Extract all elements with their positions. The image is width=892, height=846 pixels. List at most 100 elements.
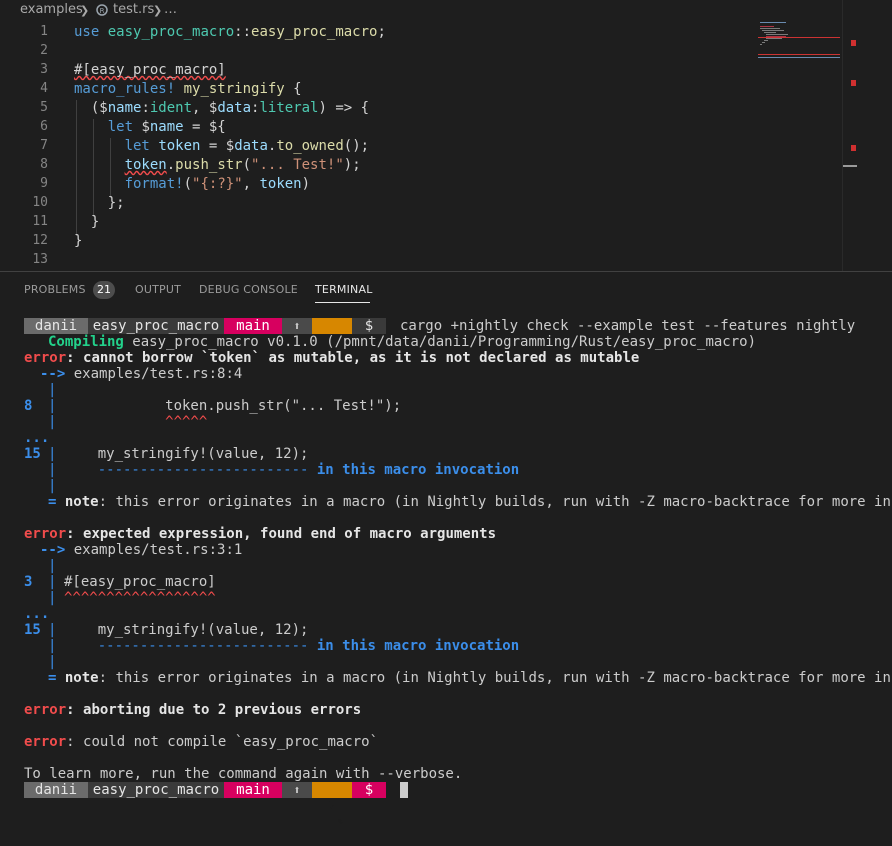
code-line-4: macro_rules! my_stringify {: [74, 81, 302, 97]
gutter-pipe: |: [48, 478, 57, 494]
terminal-cursor: [400, 782, 408, 798]
line-number: 13: [32, 252, 48, 267]
compiling-line: Compiling easy_proc_macro v0.1.0 (/pmnt/…: [48, 334, 757, 350]
prompt-ahead-count: 2 ✎: [312, 318, 352, 364]
gutter-pipe: |: [48, 446, 57, 462]
line-number: 3: [40, 62, 48, 77]
code-line-8: token.push_str("... Test!");: [124, 157, 361, 173]
code-line-12: }: [74, 233, 83, 249]
prompt-directory: easy_proc_macro: [88, 782, 224, 798]
gutter-pipe: |: [48, 654, 57, 670]
error-line-number: 8: [24, 398, 33, 414]
code-line-7: let token = $data.to_owned();: [124, 138, 370, 154]
breadcrumb-more[interactable]: …: [164, 2, 177, 17]
breadcrumb-file[interactable]: test.rs: [113, 2, 154, 17]
gutter-pipe: |: [48, 462, 57, 478]
error-source-line: my_stringify!(value, 12);: [64, 446, 309, 462]
error-line-3: error: aborting due to 2 previous errors: [24, 702, 362, 718]
error-marker: [851, 40, 856, 46]
active-tab-indicator: [315, 302, 370, 303]
gutter-pipe: |: [48, 382, 57, 398]
line-number: 9: [40, 176, 48, 191]
breadcrumb-folder[interactable]: examples: [20, 2, 83, 17]
prompt-branch: main: [224, 782, 282, 798]
line-number: 10: [32, 195, 48, 210]
panel-tabs: PROBLEMS OUTPUT DEBUG CONSOLE TERMINAL: [0, 272, 892, 306]
macro-invocation-note: ------------------------- in this macro …: [64, 462, 520, 478]
error-carets: ^^^^^: [64, 414, 208, 430]
ellipsis: ...: [24, 430, 50, 446]
prompt-user: danii: [24, 782, 88, 798]
error-marker: [851, 80, 856, 86]
code-line-5: ($name:ident, $data:literal) => {: [74, 100, 370, 116]
chevron-right-icon: ❯: [80, 4, 90, 17]
up-arrow-icon: ⬆: [282, 318, 312, 334]
code-line-10: };: [74, 195, 125, 211]
svg-text:R: R: [100, 7, 105, 15]
tab-terminal[interactable]: TERMINAL: [315, 283, 373, 296]
pencil-icon: ✎: [337, 815, 344, 828]
error-location-1: --> examples/test.rs:8:4: [40, 366, 243, 382]
error-line-1: error: cannot borrow `token` as mutable,…: [24, 350, 640, 366]
minimap[interactable]: [758, 20, 840, 272]
up-arrow-icon: ⬆: [282, 782, 312, 798]
error-carets: ^^^^^^^^^^^^^^^^^^: [64, 590, 216, 606]
line-number: 11: [32, 214, 48, 229]
error-line-number: 15: [24, 446, 41, 462]
code-line-1: use easy_proc_macro::easy_proc_macro;: [74, 24, 386, 40]
tab-problems[interactable]: PROBLEMS: [24, 283, 86, 296]
problems-count-badge: 21: [93, 281, 115, 299]
error-line-number: 15: [24, 622, 41, 638]
prompt-directory: easy_proc_macro: [88, 318, 224, 334]
gutter-pipe: |: [48, 414, 57, 430]
macro-invocation-note: ------------------------- in this macro …: [64, 638, 520, 654]
error-line-4: error: could not compile `easy_proc_macr…: [24, 734, 379, 750]
line-number: 1: [40, 24, 48, 39]
prompt-user: danii: [24, 318, 88, 334]
tab-debug-console[interactable]: DEBUG CONSOLE: [199, 283, 298, 296]
line-number: 2: [40, 43, 48, 58]
ahead-count: 2: [328, 798, 337, 814]
line-number: 12: [32, 233, 48, 248]
error-source-line: token.push_str("... Test!");: [64, 398, 402, 414]
line-number: 7: [40, 138, 48, 153]
error-location-2: --> examples/test.rs:3:1: [40, 542, 243, 558]
code-line-3: #[easy_proc_macro]: [74, 62, 226, 78]
error-line-number: 3: [24, 574, 33, 590]
gutter-pipe: |: [48, 574, 57, 590]
error-line-2: error: expected expression, found end of…: [24, 526, 497, 542]
gutter-pipe: |: [48, 558, 57, 574]
terminal[interactable]: danii easy_proc_macro main ⬆ 2 ✎ $ cargo…: [0, 306, 892, 828]
editor-scrollbar[interactable]: [842, 0, 857, 272]
prompt-branch: main: [224, 318, 282, 334]
learn-more-line: To learn more, run the command again wit…: [24, 766, 463, 782]
code-line-11: }: [74, 214, 100, 230]
tab-output[interactable]: OUTPUT: [135, 283, 181, 296]
error-source-line: #[easy_proc_macro]: [64, 574, 216, 590]
gutter-pipe: |: [48, 638, 57, 654]
rust-icon: R: [96, 4, 108, 20]
gutter-pipe: |: [48, 398, 57, 414]
prompt-symbol: $: [352, 782, 386, 798]
code-line-9: format!("{:?}", token): [124, 176, 311, 192]
line-number: 4: [40, 81, 48, 96]
note-line-2: = note: this error originates in a macro…: [48, 670, 892, 686]
ellipsis: ...: [24, 606, 50, 622]
line-number: 5: [40, 100, 48, 115]
prompt-symbol: $: [352, 318, 386, 334]
note-line-1: = note: this error originates in a macro…: [48, 494, 892, 510]
prompt-line: danii easy_proc_macro main ⬆ 2 ✎ $ cargo…: [0, 318, 892, 364]
line-number: 6: [40, 119, 48, 134]
prompt-line: danii easy_proc_macro main ⬆ 2 ✎ $: [0, 782, 892, 828]
code-line-6: let $name = ${: [107, 119, 226, 135]
prompt-ahead-count: 2 ✎: [312, 782, 352, 828]
gutter-pipe: |: [48, 590, 57, 606]
line-number: 8: [40, 157, 48, 172]
terminal-command: cargo +nightly check --example test --fe…: [400, 318, 856, 334]
error-marker: [851, 145, 856, 151]
scrollbar-thumb[interactable]: [843, 165, 857, 167]
gutter-pipe: |: [48, 622, 57, 638]
error-source-line: my_stringify!(value, 12);: [64, 622, 309, 638]
breadcrumb: examples ❯ R test.rs ❯ …: [0, 0, 892, 20]
chevron-right-icon: ❯: [153, 4, 163, 17]
